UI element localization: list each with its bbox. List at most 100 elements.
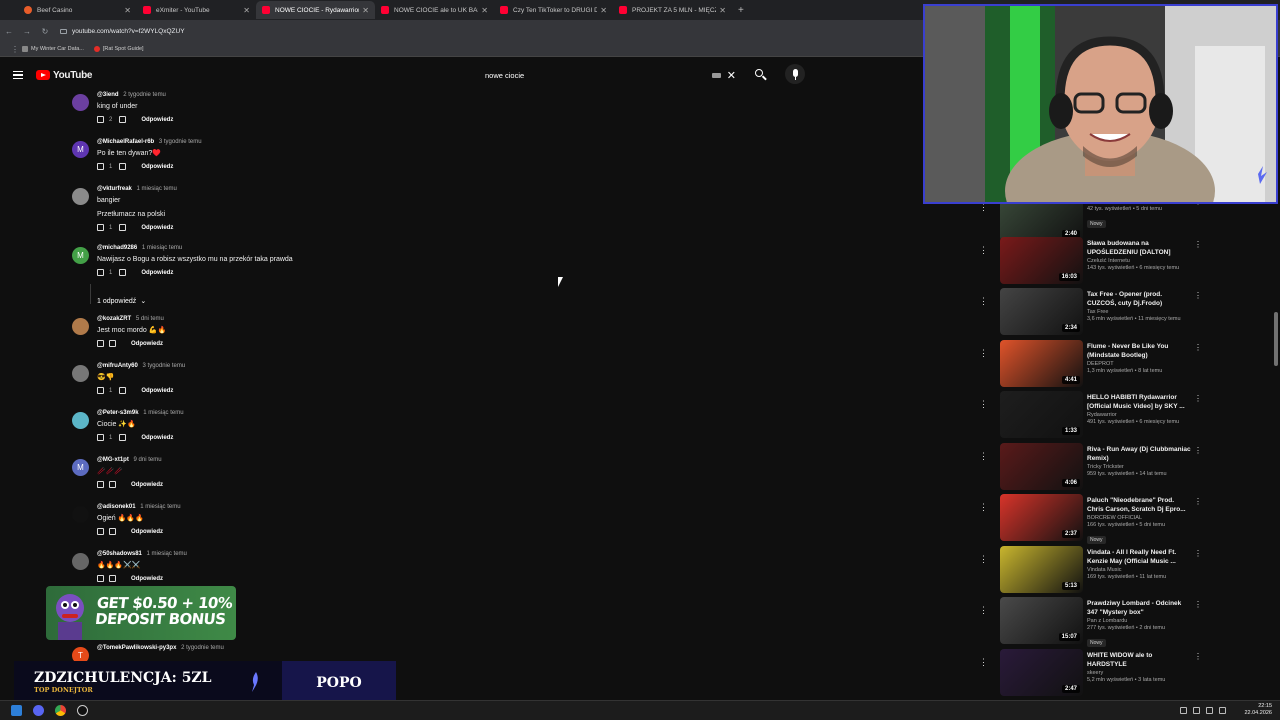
video-title[interactable]: Vindata - All I Really Need Ft. Kenzie M… — [1087, 548, 1191, 566]
address-field[interactable]: youtube.com/watch?v=f2WYLQxQZUY — [60, 28, 185, 35]
video-title[interactable]: Sława budowana na UPOŚLEDZENIU [DALTON] — [1087, 239, 1191, 257]
video-thumbnail[interactable]: 4:41 — [1000, 340, 1083, 387]
channel-name[interactable]: BORCREW OFFICIAL — [1087, 515, 1191, 521]
dislike-icon[interactable] — [109, 340, 116, 347]
comment-author[interactable]: @vkturfreak — [97, 186, 132, 192]
new-tab-icon[interactable]: + — [738, 5, 744, 16]
like-icon[interactable] — [97, 481, 104, 488]
browser-tab[interactable]: eXmiter - YouTube ✕ — [137, 1, 256, 19]
channel-name[interactable]: Czeluść Internetu — [1087, 258, 1191, 264]
recommended-video[interactable]: ⋮ 5:13 Vindata - All I Really Need Ft. K… — [976, 546, 1276, 594]
video-title[interactable]: Paluch "Nieodebrane" Prod. Chris Carson,… — [1087, 496, 1191, 514]
more-options-icon[interactable]: ⋮ — [979, 451, 988, 462]
video-thumbnail[interactable]: 2:47 — [1000, 649, 1083, 696]
comment-time[interactable]: 1 miesiąc temu — [142, 245, 182, 251]
more-options-icon[interactable]: ⋮ — [979, 399, 988, 410]
voice-search-button[interactable] — [785, 64, 805, 84]
close-tab-icon[interactable]: ✕ — [243, 6, 250, 15]
video-title[interactable]: HELLO HABIBTI Rydawarrior [Official Musi… — [1087, 393, 1191, 411]
channel-name[interactable]: skeery — [1087, 670, 1191, 676]
discord-icon[interactable] — [33, 705, 44, 716]
close-tab-icon[interactable]: ✕ — [124, 6, 131, 15]
reload-icon[interactable]: ↻ — [36, 27, 54, 36]
comment-author[interactable]: @MG-xt1pt — [97, 457, 129, 463]
dislike-icon[interactable] — [119, 269, 127, 276]
like-icon[interactable] — [97, 224, 104, 231]
dislike-icon[interactable] — [119, 434, 127, 441]
like-icon[interactable] — [97, 163, 104, 170]
search-button[interactable] — [753, 67, 769, 83]
comment-time[interactable]: 2 tygodnie temu — [123, 92, 166, 98]
comment-time[interactable]: 3 tygodnie temu — [143, 363, 186, 369]
clear-search-icon[interactable]: ✕ — [727, 69, 736, 82]
video-title[interactable]: WHITE WIDOW ale to HARDSTYLE — [1087, 651, 1191, 669]
dislike-icon[interactable] — [109, 575, 116, 582]
apps-grid-icon[interactable]: ⋮ — [8, 45, 22, 54]
more-options-icon[interactable]: ⋮ — [1194, 446, 1202, 455]
reply-button[interactable]: Odpowiedz — [141, 435, 173, 441]
like-icon[interactable] — [97, 269, 104, 276]
comment-author[interactable]: @TomekPawlikowski-py3px — [97, 645, 176, 651]
video-thumbnail[interactable]: 2:37 — [1000, 494, 1083, 541]
video-thumbnail[interactable]: 2:34 — [1000, 288, 1083, 335]
avatar[interactable] — [72, 365, 89, 382]
avatar[interactable] — [72, 553, 89, 570]
reply-button[interactable]: Odpowiedz — [141, 164, 173, 170]
dislike-icon[interactable] — [119, 163, 127, 170]
page-scrollbar[interactable] — [1274, 312, 1278, 366]
search-input[interactable]: nowe ciocie — [476, 71, 712, 80]
channel-name[interactable]: Pan z Lombardu — [1087, 618, 1191, 624]
comment-time[interactable]: 1 miesiąc temu — [143, 410, 183, 416]
menu-icon[interactable] — [13, 69, 23, 81]
recommended-video[interactable]: ⋮ 2:34 Tax Free - Opener (prod. CUZCOŚ, … — [976, 288, 1276, 336]
comment-time[interactable]: 3 tygodnie temu — [159, 139, 202, 145]
reply-button[interactable]: Odpowiedz — [141, 225, 173, 231]
browser-tab[interactable]: NOWE CIOCIE ale to UK BASS ✕ — [375, 1, 494, 19]
comment-time[interactable]: 1 miesiąc temu — [140, 504, 180, 510]
avatar[interactable]: M — [72, 247, 89, 264]
forward-icon[interactable]: → — [18, 27, 36, 36]
back-icon[interactable]: ← — [0, 27, 18, 36]
more-options-icon[interactable]: ⋮ — [979, 296, 988, 307]
like-icon[interactable] — [97, 528, 104, 535]
comment-author[interactable]: @MichaelRafael-r6b — [97, 139, 154, 145]
video-title[interactable]: Flume - Never Be Like You (Mindstate Boo… — [1087, 342, 1191, 360]
video-title[interactable]: Tax Free - Opener (prod. CUZCOŚ, cuty Dj… — [1087, 290, 1191, 308]
like-icon[interactable] — [97, 340, 104, 347]
reply-button[interactable]: Odpowiedz — [141, 270, 173, 276]
windows-start-icon[interactable] — [11, 705, 22, 716]
more-options-icon[interactable]: ⋮ — [979, 657, 988, 668]
browser-tab[interactable]: Beef Casino ✕ — [18, 1, 137, 19]
site-info-icon[interactable] — [60, 28, 67, 34]
avatar[interactable]: M — [72, 141, 89, 158]
avatar[interactable] — [72, 412, 89, 429]
video-thumbnail[interactable]: 2:40 — [1000, 204, 1083, 241]
comment-author[interactable]: @adisonek01 — [97, 504, 136, 510]
tray-app-icon[interactable] — [1193, 707, 1200, 714]
like-icon[interactable] — [97, 116, 104, 123]
reply-button[interactable]: Odpowiedz — [131, 482, 163, 488]
browser-tab[interactable]: Czy Ten TikToker to DRUGI Dar ✕ — [494, 1, 613, 19]
avatar[interactable] — [72, 188, 89, 205]
like-icon[interactable] — [97, 434, 104, 441]
more-options-icon[interactable]: ⋮ — [979, 348, 988, 359]
comment-author[interactable]: @Peter-s3m9k — [97, 410, 139, 416]
video-thumbnail[interactable]: 1:33 — [1000, 391, 1083, 438]
recommended-video[interactable]: ⋮ 1:33 HELLO HABIBTI Rydawarrior [Offici… — [976, 391, 1276, 439]
show-replies-button[interactable]: 1 odpowiedź ⌄ — [97, 297, 146, 306]
more-options-icon[interactable]: ⋮ — [1194, 240, 1202, 249]
like-icon[interactable] — [97, 575, 104, 582]
youtube-logo[interactable]: YouTube — [36, 70, 93, 81]
comment-author[interactable]: @50shadows81 — [97, 551, 142, 557]
dislike-icon[interactable] — [119, 224, 127, 231]
more-options-icon[interactable]: ⋮ — [979, 204, 988, 213]
keyboard-icon[interactable] — [711, 72, 721, 78]
network-icon[interactable] — [1206, 707, 1213, 714]
comment-time[interactable]: 9 dni temu — [134, 457, 162, 463]
casino-ad-banner[interactable]: GET $0.50 + 10% DEPOSIT BONUS — [46, 586, 236, 640]
channel-name[interactable]: Tricky Trickster — [1087, 464, 1191, 470]
avatar[interactable]: M — [72, 459, 89, 476]
recommended-video[interactable]: ⋮ 4:41 Flume - Never Be Like You (Mindst… — [976, 340, 1276, 388]
recommended-video[interactable]: ⋮ 16:03 Sława budowana na UPOŚLEDZENIU [… — [976, 237, 1276, 285]
video-title[interactable]: BIG JED ! DZIARMA — [1087, 204, 1191, 205]
